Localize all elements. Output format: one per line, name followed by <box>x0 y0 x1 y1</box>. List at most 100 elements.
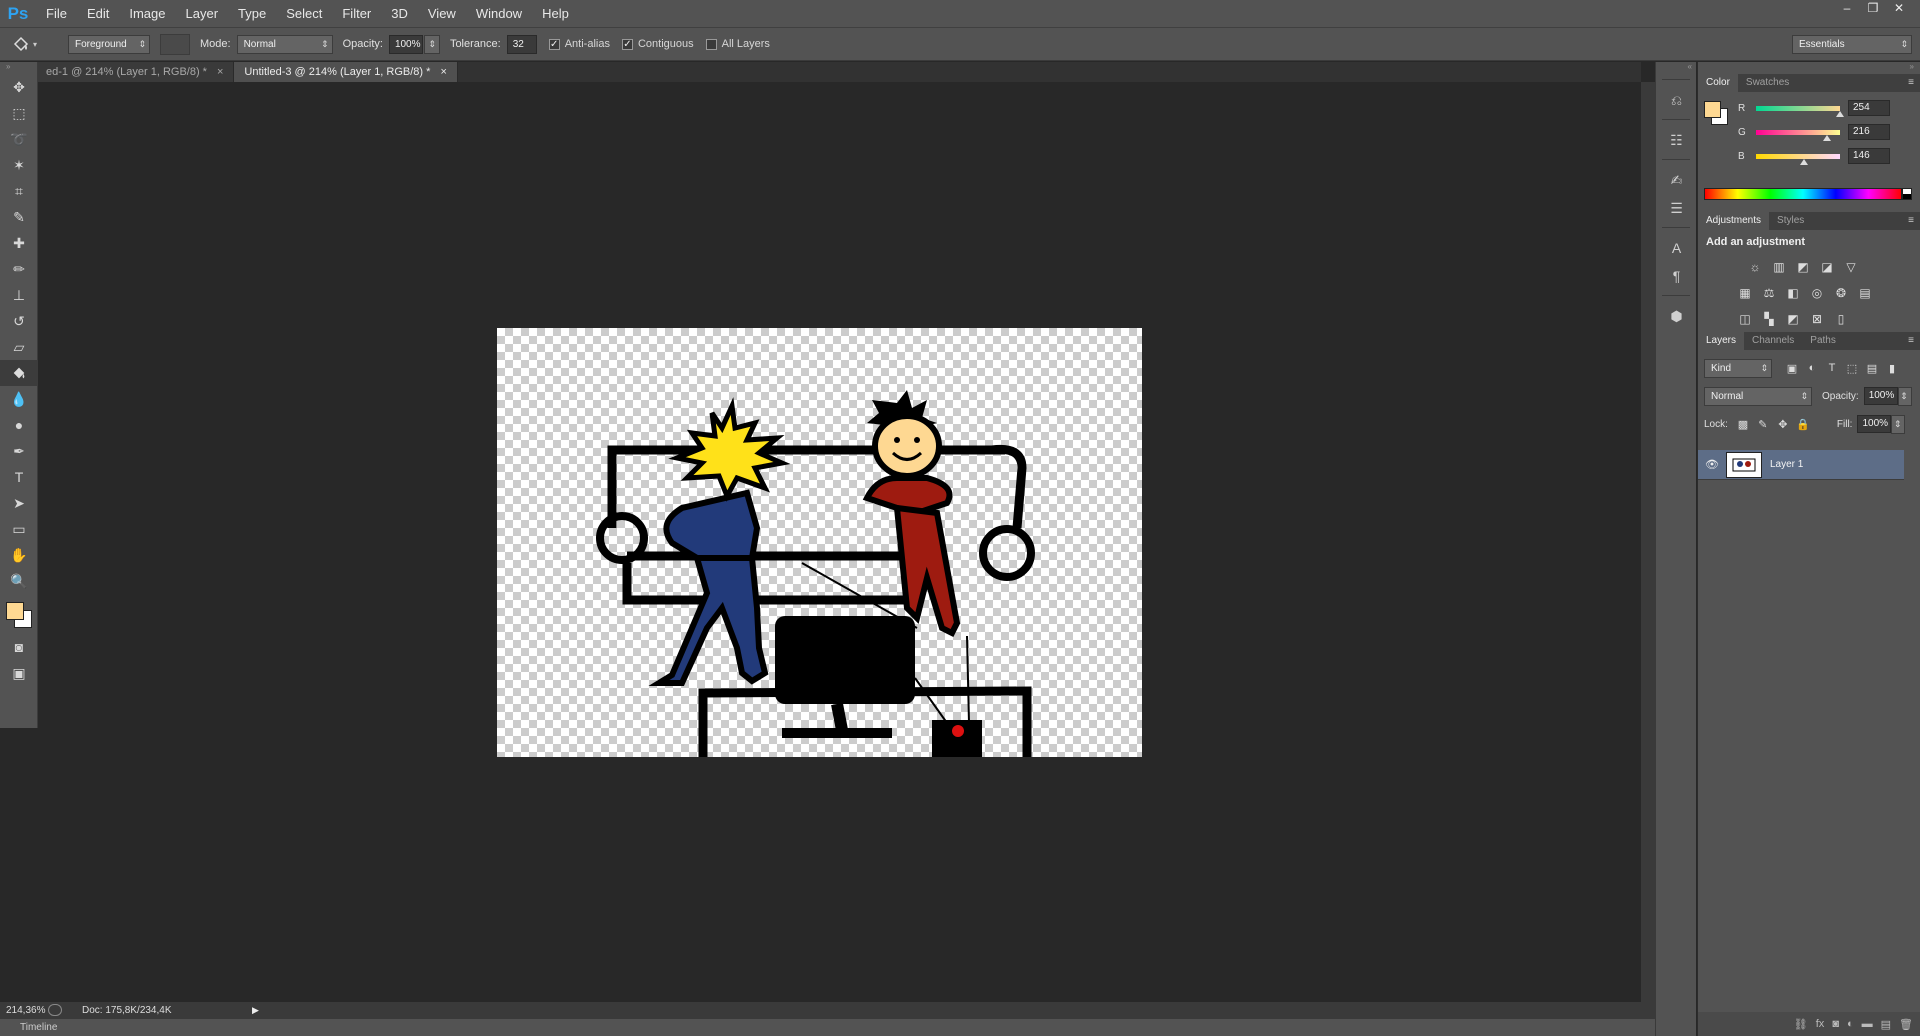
threshold-icon[interactable]: ◩ <box>1784 310 1802 328</box>
document-canvas[interactable] <box>497 328 1142 757</box>
new-layer-icon[interactable]: ▤ <box>1881 1018 1891 1031</box>
collapse-icon[interactable]: » <box>0 62 37 74</box>
paint-bucket-tool-icon[interactable] <box>0 360 38 386</box>
restore-button[interactable]: ❐ <box>1862 0 1884 16</box>
3d-panel-icon[interactable]: ⬢ <box>1656 302 1697 330</box>
history-panel-icon[interactable]: ⎌ <box>1656 86 1697 114</box>
menu-type[interactable]: Type <box>228 0 276 27</box>
new-adjustment-layer-icon[interactable]: ◐ <box>1847 1018 1854 1030</box>
exposure-icon[interactable]: ◪ <box>1818 258 1836 276</box>
expand-dock-icon[interactable]: « <box>1656 62 1696 74</box>
tab-styles[interactable]: Styles <box>1769 212 1812 230</box>
red-slider[interactable] <box>1756 105 1844 117</box>
menu-layer[interactable]: Layer <box>176 0 229 27</box>
blur-tool-icon[interactable]: 💧 <box>0 386 38 412</box>
lock-position-icon[interactable]: ✥ <box>1773 418 1793 431</box>
green-slider-thumb[interactable] <box>1823 134 1832 141</box>
opacity-dropdown[interactable] <box>423 34 440 54</box>
brush-panel-icon[interactable]: ✍ <box>1656 166 1697 194</box>
menu-edit[interactable]: Edit <box>77 0 119 27</box>
red-value-input[interactable]: 254 <box>1848 100 1890 116</box>
history-brush-tool-icon[interactable]: ↺ <box>0 308 38 334</box>
hue-saturation-icon[interactable]: ▦ <box>1736 284 1754 302</box>
color-lookup-icon[interactable]: ▤ <box>1856 284 1874 302</box>
green-slider[interactable] <box>1756 129 1840 141</box>
close-button[interactable]: ✕ <box>1888 0 1910 16</box>
lock-all-icon[interactable]: 🔒 <box>1793 418 1813 431</box>
gradient-map-icon[interactable]: ▯ <box>1832 310 1850 328</box>
spot-healing-tool-icon[interactable]: ✚ <box>0 230 38 256</box>
rectangle-tool-icon[interactable]: ▭ <box>0 516 38 542</box>
brush-tool-icon[interactable]: ✏ <box>0 256 38 282</box>
fill-input[interactable]: 100% <box>1857 415 1892 433</box>
layer-row[interactable]: 👁 Layer 1 <box>1698 450 1904 480</box>
vibrance-icon[interactable]: ▽ <box>1842 258 1860 276</box>
move-tool-icon[interactable]: ✥ <box>0 74 38 100</box>
tab-color[interactable]: Color <box>1698 74 1738 92</box>
filter-smart-object-icon[interactable]: ▤ <box>1862 362 1882 375</box>
channel-mixer-icon[interactable]: ❂ <box>1832 284 1850 302</box>
panel-menu-icon[interactable]: ≡ <box>1908 332 1914 350</box>
timeline-panel-tab[interactable]: Timeline <box>0 1018 1655 1036</box>
blue-value-input[interactable]: 146 <box>1848 148 1890 164</box>
filter-adjustment-icon[interactable]: ◐ <box>1802 362 1822 374</box>
panel-menu-icon[interactable]: ≡ <box>1908 212 1914 230</box>
lock-image-icon[interactable]: ✎ <box>1753 418 1773 431</box>
layer-opacity-dropdown[interactable] <box>1897 386 1912 406</box>
add-mask-icon[interactable]: ◙ <box>1832 1018 1839 1030</box>
close-icon[interactable]: × <box>440 62 446 82</box>
filter-type-icon[interactable]: T <box>1822 362 1842 374</box>
menu-filter[interactable]: Filter <box>332 0 381 27</box>
screen-mode-icon[interactable]: ▣ <box>0 660 38 686</box>
layer-opacity-input[interactable]: 100% <box>1863 387 1898 405</box>
panel-menu-icon[interactable]: ≡ <box>1908 74 1914 92</box>
black-white-icon[interactable]: ◧ <box>1784 284 1802 302</box>
tolerance-input[interactable]: 32 <box>506 34 537 54</box>
layer-name[interactable]: Layer 1 <box>1770 459 1803 470</box>
foreground-color-chip[interactable] <box>6 602 24 620</box>
menu-select[interactable]: Select <box>276 0 332 27</box>
tab-layers[interactable]: Layers <box>1698 332 1745 350</box>
fill-source-select[interactable]: Foreground <box>68 34 150 54</box>
curves-icon[interactable]: ◩ <box>1794 258 1812 276</box>
eyedropper-tool-icon[interactable]: ✎ <box>0 204 38 230</box>
layer-style-icon[interactable]: fx <box>1816 1018 1825 1030</box>
type-tool-icon[interactable]: T <box>0 464 38 490</box>
lock-transparent-icon[interactable]: ▩ <box>1733 418 1753 431</box>
tab-document-1[interactable]: ed-1 @ 214% (Layer 1, RGB/8) * × <box>36 62 235 82</box>
color-balance-icon[interactable]: ⚖ <box>1760 284 1778 302</box>
tab-channels[interactable]: Channels <box>1744 332 1802 350</box>
menu-view[interactable]: View <box>418 0 466 27</box>
zoom-tool-icon[interactable]: 🔍 <box>0 568 38 594</box>
contiguous-checkbox[interactable]: ✓ Contiguous <box>621 38 694 50</box>
layer-filter-select[interactable]: Kind <box>1704 358 1772 378</box>
visibility-eye-icon[interactable]: 👁 <box>1698 458 1726 471</box>
play-icon[interactable]: ▶ <box>252 1005 259 1016</box>
close-icon[interactable]: × <box>217 62 223 82</box>
paragraph-panel-icon[interactable]: ¶ <box>1656 262 1697 290</box>
tool-preset-picker[interactable]: ▾ <box>0 35 48 53</box>
lasso-tool-icon[interactable]: ➰ <box>0 126 38 152</box>
clone-stamp-tool-icon[interactable]: ⊥ <box>0 282 38 308</box>
brush-presets-icon[interactable]: ☰ <box>1656 194 1697 222</box>
pattern-picker[interactable] <box>160 33 190 55</box>
character-panel-icon[interactable]: A <box>1656 234 1697 262</box>
color-spectrum-bar[interactable] <box>1704 188 1902 200</box>
filter-toggle-icon[interactable]: ▮ <box>1882 362 1902 375</box>
photo-filter-icon[interactable]: ◎ <box>1808 284 1826 302</box>
zoom-level[interactable]: 214,36% <box>0 1005 48 1016</box>
path-selection-tool-icon[interactable]: ➤ <box>0 490 38 516</box>
collapse-panels-icon[interactable]: » <box>1698 62 1920 74</box>
delete-layer-icon[interactable]: 🗑 <box>1899 1018 1913 1031</box>
marquee-tool-icon[interactable]: ⬚ <box>0 100 38 126</box>
new-group-icon[interactable]: ▬ <box>1862 1018 1873 1030</box>
menu-help[interactable]: Help <box>532 0 579 27</box>
magic-wand-tool-icon[interactable]: ✶ <box>0 152 38 178</box>
red-slider-thumb[interactable] <box>1835 110 1844 117</box>
green-value-input[interactable]: 216 <box>1848 124 1890 140</box>
selective-color-icon[interactable]: ⊠ <box>1808 310 1826 328</box>
pen-tool-icon[interactable]: ✒ <box>0 438 38 464</box>
blend-mode-select[interactable]: Normal <box>1704 386 1812 406</box>
quick-mask-icon[interactable]: ◙ <box>0 634 38 660</box>
posterize-icon[interactable]: ▚ <box>1760 310 1778 328</box>
